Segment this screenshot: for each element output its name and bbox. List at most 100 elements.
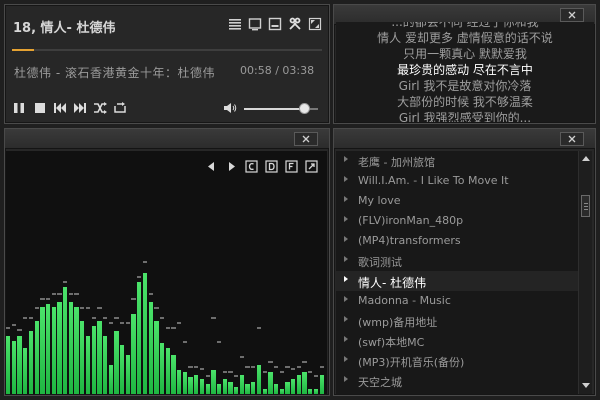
spectrum-bar — [239, 374, 245, 394]
spectrum-peak — [148, 292, 153, 295]
playlist-item[interactable]: (swf)本地MC — [336, 331, 578, 351]
volume-icon[interactable] — [223, 101, 237, 115]
spectrum-bar — [125, 355, 131, 394]
spectrum-peak — [131, 297, 136, 300]
play-marker-icon — [344, 256, 348, 262]
scroll-up-icon[interactable] — [580, 153, 592, 165]
playlist-item[interactable]: Will.I.Am. - I Like To Move It — [336, 171, 578, 191]
d-mode-icon[interactable] — [265, 160, 278, 173]
spectrum-bar — [57, 301, 62, 394]
spectrum-peak — [68, 292, 74, 295]
spectrum-bar — [182, 372, 188, 394]
lyric-line: 大部份的时候 我不够温柔 — [397, 95, 533, 109]
close-icon — [568, 135, 576, 143]
spectrum-peak — [51, 292, 56, 295]
spectrum-bar — [28, 330, 34, 394]
list-icon[interactable] — [228, 17, 242, 31]
spectrum-bar — [216, 384, 222, 394]
spectrum-bar — [17, 335, 22, 394]
spectrum-bar — [120, 345, 125, 394]
playlist-item[interactable]: (wmp)备用地址 — [336, 311, 578, 331]
spectrum-bar — [97, 321, 102, 394]
playlist-item-label: (MP3)开机音乐(备份) — [358, 356, 465, 369]
playlist-item[interactable]: (MP4)transformers — [336, 231, 578, 251]
scroll-thumb[interactable] — [581, 195, 590, 217]
f-mode-icon[interactable] — [285, 160, 298, 173]
minimode-icon[interactable] — [248, 17, 262, 31]
spectrum-bar — [102, 335, 108, 394]
previous-icon[interactable] — [53, 101, 67, 115]
spectrum-bar — [68, 301, 74, 394]
track-title: 18, 情人- 杜德伟 — [13, 21, 116, 36]
popout-icon[interactable] — [305, 160, 318, 173]
spectrum-peak — [125, 321, 131, 324]
play-marker-icon — [344, 296, 348, 302]
spectrum-peak — [34, 307, 39, 310]
play-marker-icon — [344, 316, 348, 322]
spectrum-peak — [188, 365, 193, 368]
time-separator: / — [271, 64, 283, 77]
playlist-item[interactable]: 老鹰 - 加州旅馆 — [336, 151, 578, 171]
scroll-down-icon[interactable] — [580, 379, 592, 391]
spectrum-bar — [91, 325, 96, 394]
spectrum-bar — [296, 374, 302, 394]
spectrum-bar — [251, 381, 256, 394]
repeat-icon[interactable] — [113, 101, 127, 115]
desktop-lyrics-icon[interactable] — [268, 17, 282, 31]
spectrum-visualizer — [6, 151, 327, 394]
spectrum-peak — [23, 317, 28, 320]
spectrum-peak — [74, 292, 79, 295]
spectrum-peak — [102, 317, 108, 320]
spectrum-peak — [11, 324, 17, 327]
spectrum-peak — [285, 365, 290, 368]
spectrum-peak — [165, 326, 170, 329]
spectrum-bar — [234, 386, 239, 394]
spectrum-peak — [182, 341, 188, 344]
playlist-close-button[interactable] — [560, 132, 584, 146]
spectrum-peak — [313, 375, 319, 378]
spectrum-peak — [57, 292, 62, 295]
pause-icon[interactable] — [12, 101, 26, 115]
spectrum-bar — [291, 379, 296, 394]
playlist: 老鹰 - 加州旅馆 Will.I.Am. - I Like To Move It M… — [336, 151, 578, 394]
next-icon[interactable] — [73, 101, 87, 115]
spectrum-bar — [171, 355, 176, 394]
spectrum-bar — [108, 364, 113, 394]
playlist-item[interactable]: 歌词测试 — [336, 251, 578, 271]
stop-icon[interactable] — [33, 101, 47, 115]
spectrum-bar — [142, 272, 148, 394]
spectrum-peak — [97, 307, 102, 310]
spectrum-peak — [142, 261, 148, 264]
spectrum-peak — [63, 280, 68, 283]
spectrum-bar — [205, 384, 210, 394]
spectrum-bar — [273, 384, 279, 394]
volume-knob[interactable] — [298, 103, 310, 114]
play-marker-icon — [344, 336, 348, 342]
spectrum-peak — [302, 360, 307, 363]
time-current: 00:58 — [240, 64, 272, 77]
fullscreen-icon[interactable] — [308, 17, 322, 31]
progress-bar[interactable] — [12, 49, 322, 51]
playlist-scrollbar[interactable] — [578, 151, 592, 394]
spectrum-bar — [6, 335, 11, 394]
c-mode-icon[interactable] — [245, 160, 258, 173]
playlist-item-current[interactable]: 情人- 杜德伟 — [336, 271, 578, 291]
lyric-line: 情人 爱却更多 虚情假意的话不说 — [377, 31, 553, 45]
next-effect-icon[interactable] — [225, 160, 238, 173]
visualizer-close-button[interactable] — [294, 132, 318, 146]
playlist-item-label: 歌词测试 — [358, 256, 402, 269]
spectrum-bar — [262, 389, 267, 394]
lyrics-close-button[interactable] — [560, 8, 584, 22]
playlist-item-label: Madonna - Music — [358, 294, 451, 307]
shuffle-icon[interactable] — [93, 101, 107, 115]
playlist-item[interactable]: (MP3)开机音乐(备份) — [336, 351, 578, 371]
settings-icon[interactable] — [288, 17, 302, 31]
spectrum-peak — [234, 375, 239, 378]
playlist-item[interactable]: My love — [336, 191, 578, 211]
artist-album-line: 杜德伟 - 滚石香港黄金十年：杜德伟 — [14, 66, 215, 80]
playlist-item[interactable]: 天空之城 — [336, 371, 578, 391]
playlist-item[interactable]: (FLV)ironMan_480p — [336, 211, 578, 231]
spectrum-bar — [308, 389, 313, 394]
prev-effect-icon[interactable] — [205, 160, 218, 173]
playlist-item[interactable]: Madonna - Music — [336, 291, 578, 311]
